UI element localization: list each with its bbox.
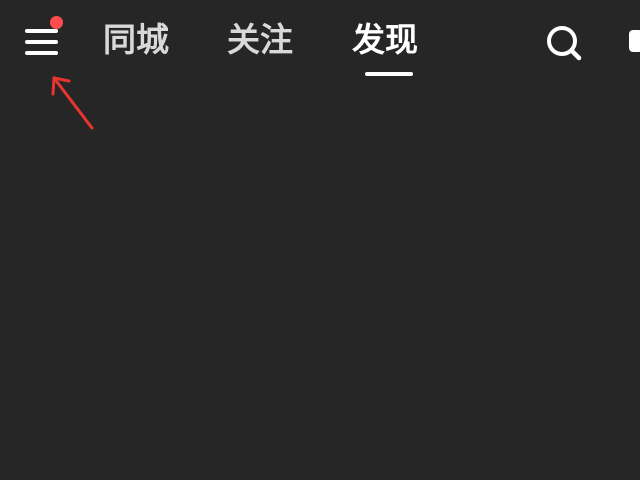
tab-following[interactable]: 关注: [227, 18, 293, 62]
menu-button[interactable]: [18, 16, 66, 66]
active-tab-indicator: [365, 72, 413, 76]
menu-icon-line: [25, 29, 58, 33]
tab-local[interactable]: 同城: [103, 18, 169, 62]
search-button[interactable]: [542, 20, 586, 64]
search-icon: [547, 26, 582, 61]
tab-discover[interactable]: 发现: [352, 18, 418, 62]
menu-icon-line: [25, 51, 58, 55]
menu-icon-line: [25, 40, 58, 44]
content-area: [0, 92, 640, 480]
notification-dot: [50, 16, 63, 29]
partial-icon[interactable]: [629, 30, 640, 52]
